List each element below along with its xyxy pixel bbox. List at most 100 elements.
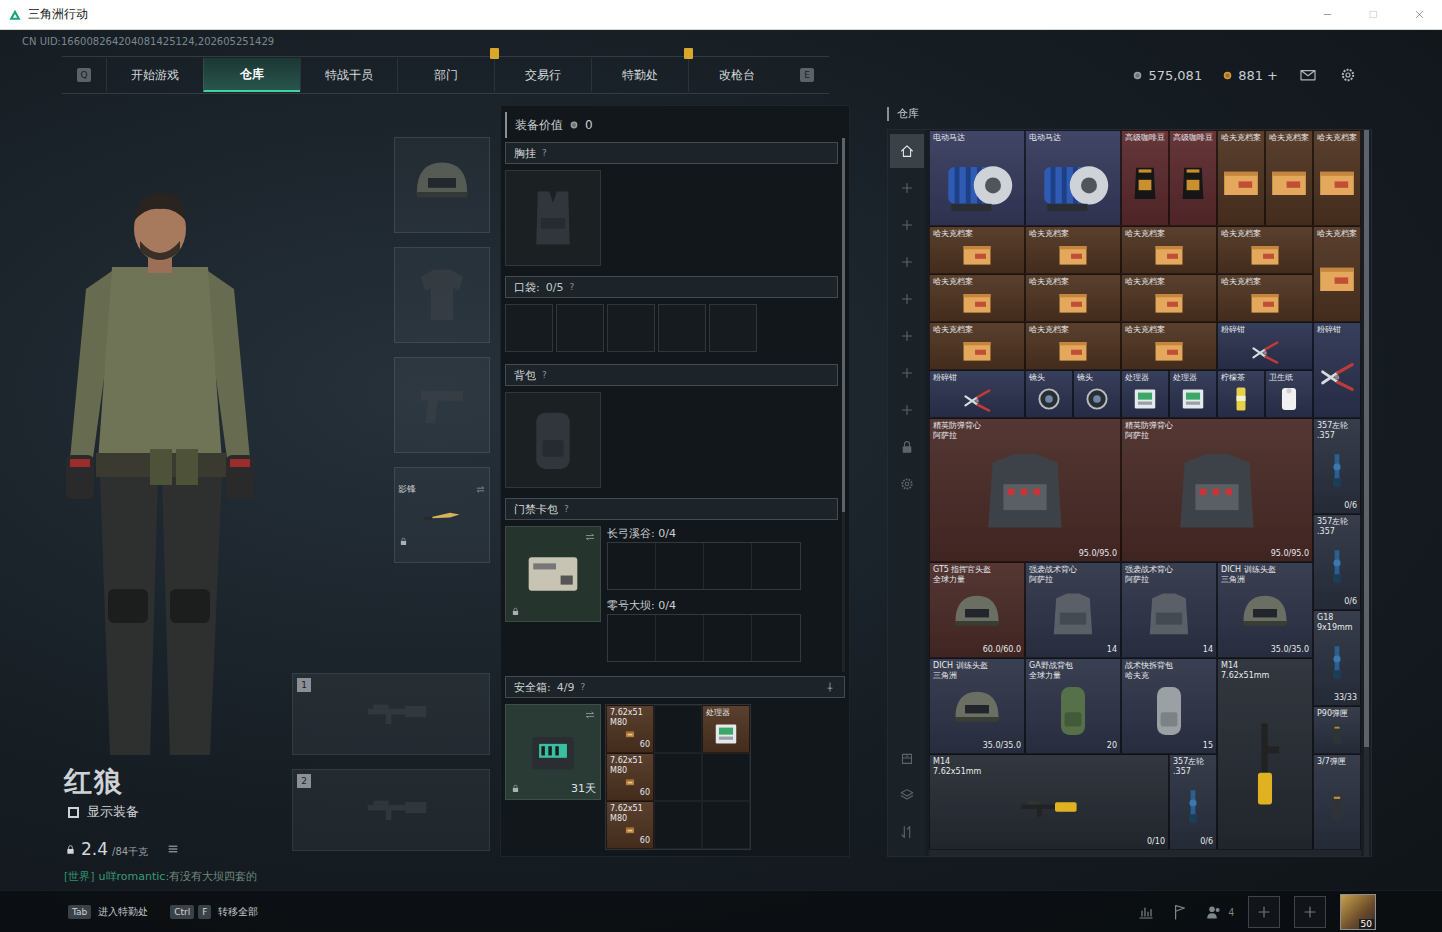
inventory-item[interactable]: 7.62x51M8060 [606, 753, 654, 801]
pocket-slot[interactable] [709, 304, 757, 352]
inventory-item[interactable]: 哈夫克档案 [1217, 226, 1313, 274]
inventory-item[interactable]: 7.62x51M8060 [606, 801, 654, 849]
equipment-slot[interactable] [394, 247, 490, 343]
nav-tab[interactable]: 特战干员 [300, 58, 397, 92]
warehouse-tab[interactable] [890, 134, 924, 168]
warehouse-tab[interactable] [890, 245, 924, 279]
inventory-item[interactable]: 粉碎钳 [929, 370, 1025, 418]
inventory-item[interactable]: 哈夫克档案 [1313, 130, 1361, 226]
warehouse-tab[interactable] [890, 171, 924, 205]
inventory-item[interactable]: 强袭战术背心阿萨拉14 [1025, 562, 1121, 658]
friends-button[interactable]: 4 [1204, 902, 1234, 922]
backpack-slot[interactable] [505, 392, 601, 488]
mail-button[interactable] [1298, 65, 1318, 85]
inventory-item[interactable]: M147.62x51mm [1217, 658, 1313, 850]
inventory-item[interactable]: 高级咖啡豆 [1169, 130, 1217, 226]
keycard-slot[interactable] [704, 615, 752, 661]
warehouse-tab[interactable] [890, 356, 924, 390]
inventory-item[interactable]: 处理器 [1121, 370, 1169, 418]
keycard-slot[interactable] [752, 615, 800, 661]
invite-button[interactable] [1294, 896, 1326, 928]
inventory-item[interactable]: 哈夫克档案 [1217, 130, 1265, 226]
inventory-item[interactable]: 强袭战术背心阿萨拉14 [1121, 562, 1217, 658]
invite-button[interactable] [1248, 896, 1280, 928]
keycard-case[interactable] [505, 526, 601, 622]
warehouse-tab[interactable] [890, 208, 924, 242]
keycard-slot[interactable] [752, 543, 800, 589]
warehouse-tab[interactable] [890, 393, 924, 427]
inventory-item[interactable]: 哈夫克档案 [1025, 226, 1121, 274]
inventory-item[interactable]: 哈夫克档案 [929, 322, 1025, 370]
nav-key[interactable]: Q [77, 68, 91, 82]
nav-tab[interactable]: 部门 [397, 58, 494, 92]
warehouse-tab[interactable] [890, 430, 924, 464]
scrollbar[interactable] [1364, 130, 1369, 856]
inventory-item[interactable]: 哈夫克档案 [1313, 226, 1361, 322]
inventory-item[interactable]: 哈夫克档案 [1025, 322, 1121, 370]
checkbox-box[interactable] [68, 807, 79, 818]
inventory-item[interactable]: P90弹匣 [1313, 706, 1361, 754]
equipment-slot[interactable]: 影锋 [394, 467, 490, 563]
inventory-item[interactable]: 柠檬茶 [1217, 370, 1265, 418]
stats-button[interactable] [1136, 902, 1156, 922]
inventory-item[interactable]: 7.62x51M8060 [606, 705, 654, 753]
inventory-item[interactable]: 卫生纸 [1265, 370, 1313, 418]
nav-tab[interactable]: 开始游戏 [106, 58, 203, 92]
inventory-item[interactable]: 哈夫克档案 [1121, 274, 1217, 322]
inventory-item[interactable]: 哈夫克档案 [1121, 226, 1217, 274]
inventory-item[interactable]: M147.62x51mm0/10 [929, 754, 1169, 850]
missions-button[interactable] [1170, 902, 1190, 922]
inventory-item[interactable]: 电动马达 [929, 130, 1025, 226]
minimize-button[interactable] [1304, 0, 1350, 29]
maximize-button[interactable] [1350, 0, 1396, 29]
nav-tab[interactable]: 仓库 [203, 58, 300, 92]
inventory-item[interactable]: 哈夫克档案 [1265, 130, 1313, 226]
pocket-slot[interactable] [556, 304, 604, 352]
keycard-slot[interactable] [608, 615, 656, 661]
inventory-item[interactable]: 镜头 [1025, 370, 1073, 418]
warehouse-tab[interactable] [890, 467, 924, 501]
warehouse-tool[interactable] [890, 741, 924, 775]
key-hint[interactable]: CtrlF转移全部 [170, 905, 258, 919]
inventory-item[interactable]: 战术快拆背包哈夫克15 [1121, 658, 1217, 754]
show-equipment-checkbox[interactable]: 显示装备 [68, 803, 290, 821]
pocket-slot[interactable] [658, 304, 706, 352]
keycard-slot[interactable] [656, 615, 704, 661]
close-button[interactable] [1396, 0, 1442, 29]
warehouse-tab[interactable] [890, 282, 924, 316]
nav-key[interactable]: E [800, 68, 814, 82]
inventory-item[interactable]: 处理器 [1169, 370, 1217, 418]
nav-tab[interactable]: 交易行 [494, 58, 591, 92]
inventory-item[interactable]: GA野战背包全球力量20 [1025, 658, 1121, 754]
inventory-item[interactable]: 粉碎钳 [1217, 322, 1313, 370]
nav-tab[interactable]: 改枪台 [688, 58, 785, 92]
settings-button[interactable] [1338, 65, 1358, 85]
keycard-slot[interactable] [656, 543, 704, 589]
warehouse-tool[interactable] [890, 815, 924, 849]
inventory-item[interactable]: 电动马达 [1025, 130, 1121, 226]
inventory-item[interactable]: 357左轮.3570/6 [1313, 418, 1361, 514]
inventory-item[interactable]: 357左轮.3570/6 [1169, 754, 1217, 850]
inventory-item[interactable]: 哈夫克档案 [1217, 274, 1313, 322]
key-hint[interactable]: Tab进入特勤处 [68, 905, 148, 919]
pocket-slot[interactable] [505, 304, 553, 352]
equipment-slot[interactable] [394, 357, 490, 453]
inventory-item[interactable]: 哈夫克档案 [929, 274, 1025, 322]
inventory-item[interactable]: 哈夫克档案 [1025, 274, 1121, 322]
inventory-item[interactable]: 3/7弹匣 [1313, 754, 1361, 850]
warehouse-tool[interactable] [890, 778, 924, 812]
warehouse-tab[interactable] [890, 319, 924, 353]
player-avatar[interactable]: 50 [1340, 894, 1376, 930]
keycard-slot[interactable] [608, 543, 656, 589]
inventory-item[interactable]: 镜头 [1073, 370, 1121, 418]
inventory-item[interactable]: DICH 训练头盔三角洲35.0/35.0 [929, 658, 1025, 754]
currency[interactable]: 881 + [1222, 68, 1278, 83]
pocket-slot[interactable] [607, 304, 655, 352]
inventory-item[interactable]: 精英防弹背心阿萨拉95.0/95.0 [1121, 418, 1313, 562]
keycard-slot[interactable] [704, 543, 752, 589]
weapon-slot[interactable]: 2 [292, 769, 490, 851]
inventory-item[interactable]: 处理器 [702, 705, 750, 753]
inventory-item[interactable]: 哈夫克档案 [1121, 322, 1217, 370]
safe-box[interactable]: 31天 [505, 704, 601, 800]
inventory-item[interactable]: G189x19mm33/33 [1313, 610, 1361, 706]
